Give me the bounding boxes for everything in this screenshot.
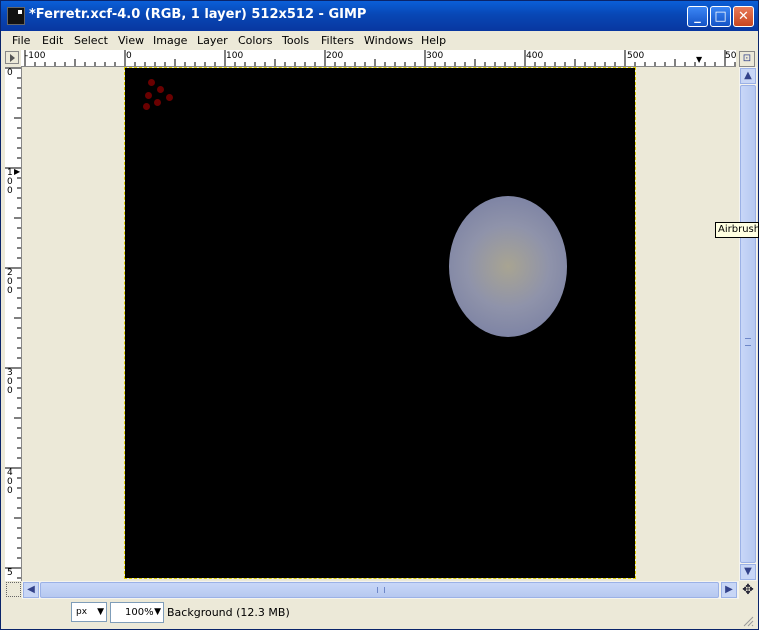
menu-filters[interactable]: Filters bbox=[321, 34, 354, 47]
ruler-label: 0 bbox=[7, 68, 13, 78]
status-bar: px ▼ 100% ▼ Background (12.3 MB) bbox=[1, 600, 758, 629]
menu-help[interactable]: Help bbox=[421, 34, 446, 47]
menu-select[interactable]: Select bbox=[74, 34, 108, 47]
pointer-marker-icon: ▼ bbox=[696, 55, 703, 64]
horizontal-scroll-thumb[interactable] bbox=[40, 582, 719, 598]
menu-edit[interactable]: Edit bbox=[42, 34, 63, 47]
horizontal-ruler[interactable]: -100 0 100 200 300 400 500 ▼ 50 bbox=[21, 50, 736, 67]
ruler-label: -100 bbox=[25, 51, 46, 61]
pointer-marker-icon: ▶ bbox=[14, 167, 21, 176]
grip-icon bbox=[745, 338, 751, 346]
status-message: Background (12.3 MB) bbox=[167, 606, 290, 619]
red-dot bbox=[154, 99, 161, 106]
minimize-button[interactable]: _ bbox=[687, 6, 708, 27]
ruler-label: 300 bbox=[7, 368, 13, 396]
red-dot bbox=[157, 86, 164, 93]
ruler-label: 400 bbox=[526, 51, 544, 61]
red-dot bbox=[148, 79, 155, 86]
vertical-ruler-ticks bbox=[5, 67, 21, 579]
horizontal-scrollbar[interactable]: ◀ ▶ bbox=[22, 581, 739, 599]
red-dot bbox=[143, 103, 150, 110]
scroll-down-arrow-icon[interactable]: ▼ bbox=[740, 564, 756, 580]
title-bar[interactable]: *Ferretr.xcf-4.0 (RGB, 1 layer) 512x512 … bbox=[1, 1, 758, 31]
maximize-button[interactable]: □ bbox=[710, 6, 731, 27]
menu-colors[interactable]: Colors bbox=[238, 34, 272, 47]
unit-selector[interactable]: px ▼ bbox=[71, 602, 107, 622]
scroll-left-arrow-icon[interactable]: ◀ bbox=[23, 582, 39, 598]
zoom-to-fit-icon[interactable]: ⊡ bbox=[739, 51, 755, 67]
menu-windows[interactable]: Windows bbox=[364, 34, 413, 47]
scroll-up-arrow-icon[interactable]: ▲ bbox=[740, 68, 756, 84]
menu-layer[interactable]: Layer bbox=[197, 34, 228, 47]
ruler-label: 200 bbox=[326, 51, 344, 61]
ruler-label: 300 bbox=[426, 51, 444, 61]
ruler-label: 200 bbox=[7, 268, 13, 296]
ruler-label: 0 bbox=[126, 51, 132, 61]
vertical-scrollbar[interactable]: ▲ ▼ bbox=[739, 67, 757, 581]
close-button[interactable]: ✕ bbox=[733, 6, 754, 27]
ruler-label: 50 bbox=[725, 51, 736, 61]
grip-icon bbox=[377, 587, 385, 593]
red-dot bbox=[145, 92, 152, 99]
gimp-image-window: *Ferretr.xcf-4.0 (RGB, 1 layer) 512x512 … bbox=[0, 0, 759, 630]
blue-gray-ellipse bbox=[449, 196, 567, 337]
zoom-selector[interactable]: 100% ▼ bbox=[110, 602, 164, 623]
ruler-label: 400 bbox=[7, 468, 13, 496]
menu-file[interactable]: File bbox=[12, 34, 30, 47]
menu-tools[interactable]: Tools bbox=[282, 34, 309, 47]
red-dot bbox=[166, 94, 173, 101]
menu-view[interactable]: View bbox=[118, 34, 144, 47]
navigate-icon[interactable]: ✥ bbox=[739, 582, 757, 599]
vertical-ruler[interactable]: 0 100 200 300 400 5 ▶ bbox=[5, 67, 22, 581]
menu-bar: File Edit Select View Image Layer Colors… bbox=[1, 31, 758, 50]
tool-tooltip: Airbrush bbox=[715, 222, 759, 238]
ruler-label: 5 bbox=[7, 568, 13, 578]
vertical-scroll-thumb[interactable] bbox=[740, 85, 756, 563]
quick-mask-toggle[interactable] bbox=[6, 582, 21, 597]
chevron-down-icon: ▼ bbox=[97, 607, 104, 617]
window-title: *Ferretr.xcf-4.0 (RGB, 1 layer) 512x512 … bbox=[29, 7, 367, 22]
zoom-value: 100% bbox=[125, 607, 154, 618]
menu-image[interactable]: Image bbox=[153, 34, 187, 47]
scroll-right-arrow-icon[interactable]: ▶ bbox=[721, 582, 737, 598]
chevron-down-icon: ▼ bbox=[154, 607, 161, 617]
canvas-area[interactable] bbox=[22, 67, 736, 581]
ruler-label: 100 bbox=[226, 51, 244, 61]
image-canvas[interactable] bbox=[124, 67, 636, 579]
ruler-label: 500 bbox=[627, 51, 645, 61]
gimp-app-icon[interactable] bbox=[7, 7, 25, 25]
resize-grip-icon[interactable] bbox=[742, 615, 754, 627]
ruler-menu-button[interactable] bbox=[5, 51, 19, 64]
unit-value: px bbox=[76, 607, 88, 617]
